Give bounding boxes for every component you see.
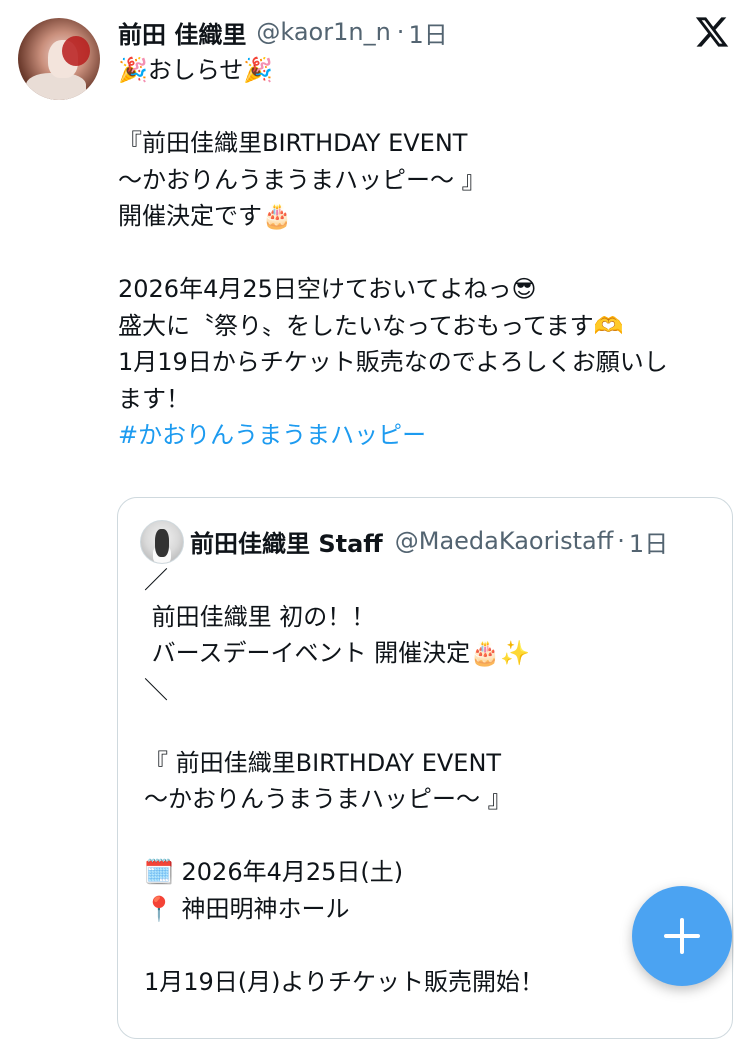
tweet-text: 🎉おしらせ🎉 『前田佳織里BIRTHDAY EVENT 〜かおりんうまうまハッピ… <box>118 56 668 413</box>
author-name[interactable]: 前田 佳織里 <box>118 15 246 50</box>
tweet-header: 前田 佳織里 @kaor1n_n · 1日 <box>118 14 448 50</box>
quoted-tweet-time: 1日 <box>628 529 669 558</box>
tweet-body: 🎉おしらせ🎉 『前田佳織里BIRTHDAY EVENT 〜かおりんうまうまハッピ… <box>118 52 718 454</box>
tweet-time[interactable]: 1日 <box>408 15 447 50</box>
meta-separator: · <box>396 18 405 46</box>
quoted-author-avatar[interactable] <box>140 520 184 564</box>
quoted-author-name: 前田佳織里 Staff <box>190 529 383 558</box>
quoted-author-handle: @MaedaKaoristaff <box>394 527 614 555</box>
hashtag-link[interactable]: #かおりんうまうまハッピー <box>118 421 426 449</box>
quoted-tweet-header: 前田佳織里 Staff @MaedaKaoristaff · 1日 <box>190 524 668 558</box>
quoted-meta-separator: · <box>617 527 625 555</box>
quoted-tweet-text: ／ 前田佳織里 初の！！ バースデーイベント 開催決定🎂✨ ＼ 『 前田佳織里B… <box>144 566 545 996</box>
compose-button[interactable] <box>632 886 732 986</box>
plus-icon <box>664 918 700 954</box>
author-avatar[interactable] <box>18 18 100 100</box>
author-handle[interactable]: @kaor1n_n <box>256 18 390 46</box>
x-logo-icon[interactable] <box>694 14 730 50</box>
